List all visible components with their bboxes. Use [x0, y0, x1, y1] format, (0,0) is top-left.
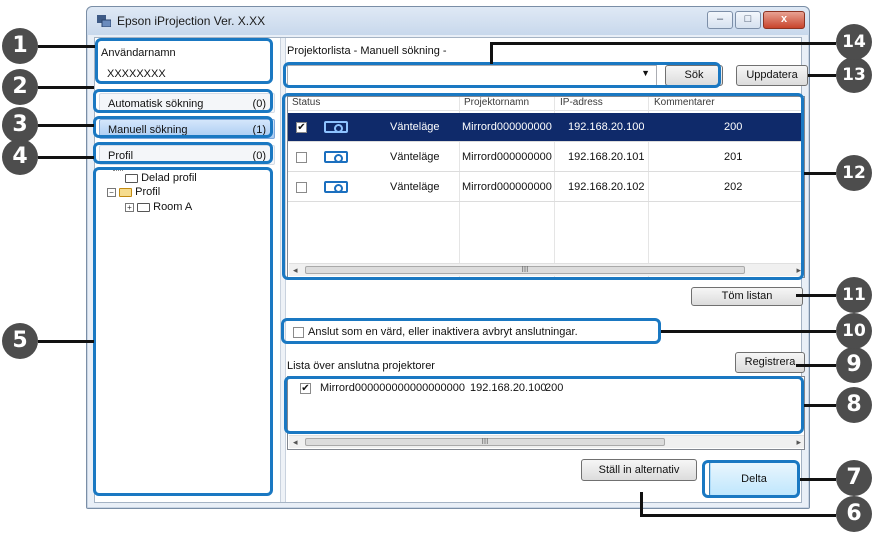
title-bar: Epson iProjection Ver. X.XX – □ x [87, 7, 809, 35]
highlight-tree [93, 167, 273, 496]
leader-line [490, 42, 493, 64]
close-button[interactable]: x [763, 11, 805, 29]
callout-4: 4 [2, 139, 38, 175]
window-title: Epson iProjection Ver. X.XX [117, 14, 266, 28]
highlight-search [283, 62, 721, 88]
highlight-automatic [93, 89, 273, 113]
highlight-host-option [281, 318, 661, 344]
scroll-thumb[interactable]: III [305, 438, 665, 446]
highlight-connected-list [284, 376, 804, 434]
callout-14: 14 [836, 24, 872, 60]
callout-12: 12 [836, 155, 872, 191]
projector-list-title: Projektorlista - Manuell sökning - [287, 45, 447, 57]
scroll-right-icon[interactable]: ▸ [796, 437, 801, 448]
callout-9: 9 [836, 347, 872, 383]
callout-5: 5 [2, 323, 38, 359]
minimize-button[interactable]: – [707, 11, 733, 29]
leader-line [796, 364, 836, 367]
leader-line [804, 172, 836, 175]
leader-line [38, 45, 95, 48]
leader-line [804, 404, 836, 407]
leader-line [661, 330, 836, 333]
leader-line [808, 74, 836, 77]
set-options-button[interactable]: Ställ in alternativ [581, 459, 697, 481]
maximize-button[interactable]: □ [735, 11, 761, 29]
highlight-join [702, 460, 800, 498]
leader-line [640, 492, 643, 516]
callout-8: 8 [836, 387, 872, 423]
callout-6: 6 [836, 496, 872, 532]
leader-line [38, 86, 94, 89]
callout-7: 7 [836, 460, 872, 496]
connected-list-title: Lista över anslutna projektorer [287, 360, 435, 372]
horizontal-scrollbar[interactable]: ◂ III ▸ [289, 435, 804, 448]
register-button[interactable]: Registrera [735, 352, 805, 373]
app-icon [97, 15, 111, 27]
highlight-projector-list [282, 93, 804, 280]
clear-list-button[interactable]: Töm listan [691, 287, 803, 306]
leader-line [640, 514, 836, 517]
update-button[interactable]: Uppdatera [736, 65, 808, 86]
leader-line [38, 124, 94, 127]
leader-line [490, 42, 836, 45]
leader-line [800, 478, 836, 481]
callout-2: 2 [2, 69, 38, 105]
callout-3: 3 [2, 107, 38, 143]
callout-11: 11 [836, 277, 872, 313]
leader-line [796, 294, 836, 297]
callout-10: 10 [836, 313, 872, 349]
leader-line [38, 340, 94, 343]
callout-13: 13 [836, 57, 872, 93]
leader-line [38, 156, 94, 159]
highlight-profile [93, 142, 273, 164]
highlight-username [95, 38, 273, 84]
callout-1: 1 [2, 28, 38, 64]
highlight-manual [93, 116, 273, 138]
scroll-left-icon[interactable]: ◂ [293, 437, 298, 448]
